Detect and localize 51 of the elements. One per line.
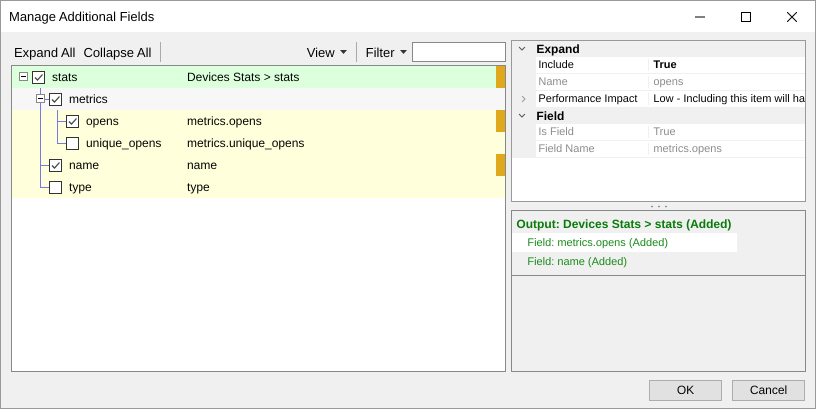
property-name: Field Name xyxy=(536,143,650,155)
checkbox[interactable] xyxy=(49,180,62,194)
tree-row[interactable]: stats Devices Stats > stats xyxy=(12,66,505,88)
checkbox[interactable] xyxy=(49,92,62,106)
category-header[interactable]: Field xyxy=(536,109,564,123)
tree-row[interactable]: metrics xyxy=(12,88,505,110)
chevron-down-icon[interactable] xyxy=(518,46,526,52)
tree-row[interactable]: type type xyxy=(12,176,505,198)
field-path: metrics.unique_opens xyxy=(187,136,304,150)
checkbox[interactable] xyxy=(66,136,79,150)
property-name: Name xyxy=(536,76,650,88)
tree-row[interactable]: name name xyxy=(12,154,505,176)
checkbox[interactable] xyxy=(66,114,79,128)
caret-icon xyxy=(400,50,407,54)
checkbox[interactable] xyxy=(32,70,45,84)
property-name: Is Field xyxy=(536,126,650,138)
field-path: Devices Stats > stats xyxy=(187,70,300,84)
checkbox[interactable] xyxy=(49,158,62,172)
output-item[interactable]: Field: name (Added) xyxy=(512,252,738,271)
field-name: name xyxy=(68,158,100,172)
field-name: opens xyxy=(85,114,120,128)
property-value[interactable]: True xyxy=(649,59,677,71)
collapse-icon[interactable] xyxy=(36,94,45,103)
tree-row[interactable]: opens metrics.opens xyxy=(12,110,505,132)
toolbar-button[interactable]: Expand All xyxy=(11,44,78,60)
property-name: Include xyxy=(536,59,650,71)
dialog-button[interactable]: Cancel xyxy=(732,380,805,400)
field-path: type xyxy=(187,180,210,194)
output-heading: Output: Devices Stats > stats (Added) xyxy=(515,216,732,233)
field-name: stats xyxy=(51,70,78,84)
filter-field[interactable] xyxy=(412,42,506,62)
maximize-icon[interactable] xyxy=(741,12,751,22)
field-name: unique_opens xyxy=(85,136,162,150)
toolbar-button[interactable]: Collapse All xyxy=(80,44,154,60)
field-path: metrics.opens xyxy=(187,114,262,128)
dialog-button[interactable]: OK xyxy=(649,380,722,400)
field-name: metrics xyxy=(68,92,109,106)
filter-menu[interactable]: Filter xyxy=(362,44,410,60)
chevron-down-icon[interactable] xyxy=(518,113,526,119)
category-header[interactable]: Expand xyxy=(536,42,580,56)
caret-icon xyxy=(340,50,347,54)
tree-row[interactable]: unique_opens metrics.unique_opens xyxy=(12,132,505,154)
window-title: Manage Additional Fields xyxy=(9,9,154,24)
field-path: name xyxy=(187,158,218,172)
property-name: Performance Impact xyxy=(536,93,650,105)
view-menu[interactable]: View xyxy=(304,44,350,60)
close-icon[interactable] xyxy=(787,12,797,22)
output-item[interactable]: Field: metrics.opens (Added) xyxy=(512,233,738,252)
field-name: type xyxy=(68,180,93,194)
property-value[interactable]: Low - Including this item will ha xyxy=(649,93,805,105)
collapse-icon[interactable] xyxy=(19,72,28,81)
